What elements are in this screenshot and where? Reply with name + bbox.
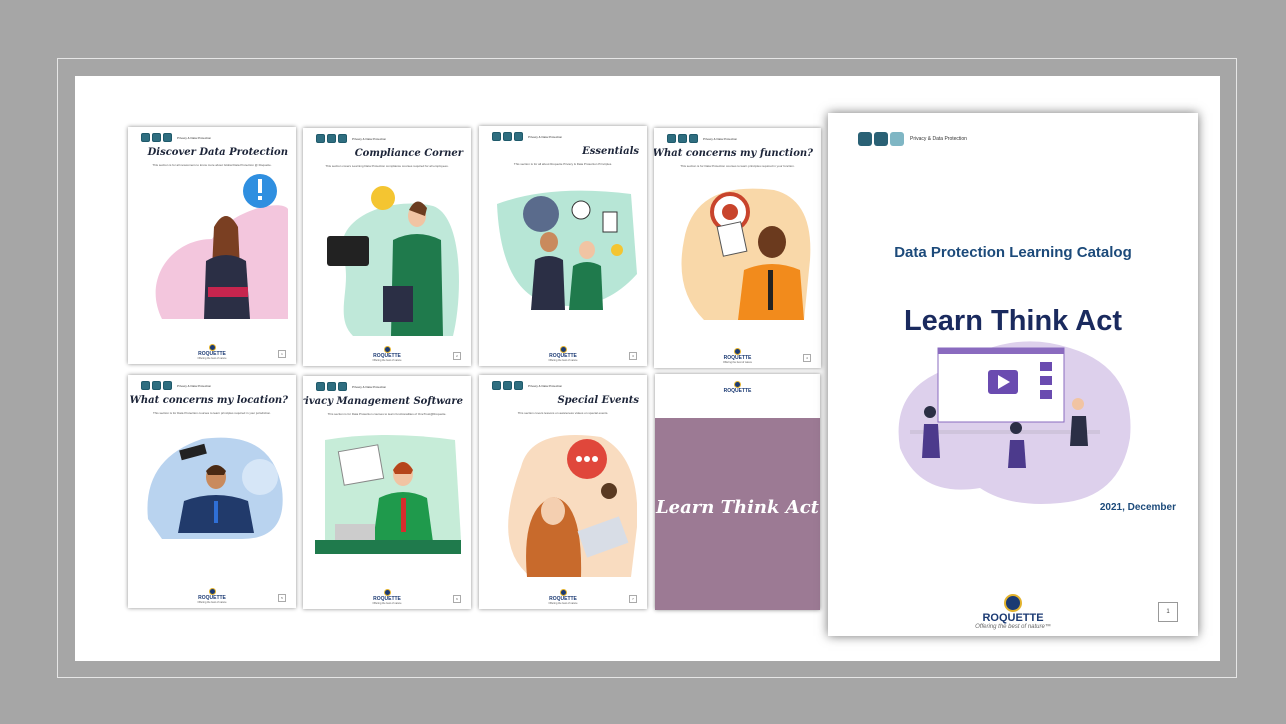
page-title: What concerns my function?: [654, 148, 813, 159]
pdp-logo: Privacy & Data Protection: [141, 133, 211, 142]
roquette-logo: ROQUETTE Offering the best of nature: [303, 589, 471, 605]
catalog-page-discover[interactable]: Privacy & Data Protection Discover Data …: [128, 127, 296, 364]
pdp-logo: Privacy & Data Protection: [492, 132, 562, 141]
cover-illustration: [898, 341, 1131, 504]
page-number: 6: [453, 595, 461, 603]
illustration: [497, 190, 637, 310]
illustration: [155, 174, 288, 319]
roquette-logo: ROQUETTE Offering the best of nature: [479, 589, 647, 605]
illustration: [508, 435, 637, 577]
catalog-page-compliance[interactable]: Privacy & Data Protection Compliance Cor…: [303, 128, 471, 366]
catalog-cover[interactable]: Privacy & Data Protection Data Protectio…: [828, 113, 1198, 636]
catalog-title: Data Protection Learning Catalog: [894, 244, 1132, 261]
page-title: What concerns my location?: [129, 395, 288, 406]
cover-date: 2021, December: [1099, 502, 1176, 513]
pdp-logo: Privacy & Data Protection: [316, 134, 386, 143]
page-number: 1: [278, 350, 286, 358]
catalog-page-back-cover[interactable]: ROQUETTE Learn Think Act: [655, 374, 820, 610]
catalog-page-special-events[interactable]: Privacy & Data Protection Special Events…: [479, 375, 647, 609]
illustration: [147, 437, 283, 539]
page-description: This section is for Data Protection cour…: [327, 412, 447, 416]
page-description: This section is for Data Protection cour…: [152, 411, 272, 415]
illustration: [681, 188, 811, 320]
page-number: 4: [803, 354, 811, 362]
pdp-logo: Privacy & Data Protection: [492, 381, 562, 390]
page-title: Essentials: [582, 146, 639, 157]
page-description: This section covers lessons on awareness…: [517, 411, 609, 415]
roquette-logo: ROQUETTE Offering the best of nature: [654, 348, 821, 364]
page-description: This section is for Data Protection cour…: [680, 164, 795, 168]
catalog-page-location[interactable]: Privacy & Data Protection What concerns …: [128, 375, 296, 608]
page-number: 5: [278, 594, 286, 602]
pdp-logo: Privacy & Data Protection: [858, 132, 967, 146]
roquette-logo: ROQUETTE Offering the best of nature: [128, 588, 296, 604]
page-title: Compliance Corner: [354, 148, 463, 159]
page-title: Our Privacy Management Software: [303, 396, 463, 407]
pdp-logo: Privacy & Data Protection: [316, 382, 386, 391]
page-number: 2: [453, 352, 461, 360]
page-number: 1: [1158, 602, 1178, 622]
page-title: Special Events: [557, 395, 639, 406]
page-number: 3: [629, 352, 637, 360]
roquette-logo: ROQUETTE Offering the best of nature: [303, 346, 471, 362]
page-description: This section covers Learning Data Protec…: [325, 164, 449, 168]
pdp-logo: Privacy & Data Protection: [667, 134, 737, 143]
roquette-logo: ROQUETTE Offering the best of nature™: [828, 594, 1198, 630]
illustration: [315, 435, 461, 554]
catalog-page-privacy-software[interactable]: Privacy & Data Protection Our Privacy Ma…: [303, 376, 471, 609]
roquette-logo: ROQUETTE: [655, 381, 820, 394]
catalog-page-essentials[interactable]: Privacy & Data Protection Essentials Thi…: [479, 126, 647, 366]
roquette-logo: ROQUETTE Offering the best of nature: [128, 344, 296, 360]
pdp-logo: Privacy & Data Protection: [141, 381, 211, 390]
catalog-page-function[interactable]: Privacy & Data Protection What concerns …: [654, 128, 821, 368]
back-cover-title: Learn Think Act: [656, 497, 819, 518]
page-description: This section is for all newcomers to kno…: [152, 163, 272, 167]
page-description: This section is for all about Roquette P…: [513, 162, 613, 166]
page-number: 7: [629, 595, 637, 603]
illustration: [327, 186, 459, 336]
roquette-logo: ROQUETTE Offering the best of nature: [479, 346, 647, 362]
back-cover-header: ROQUETTE: [655, 374, 820, 418]
page-title: Discover Data Protection: [147, 147, 288, 158]
